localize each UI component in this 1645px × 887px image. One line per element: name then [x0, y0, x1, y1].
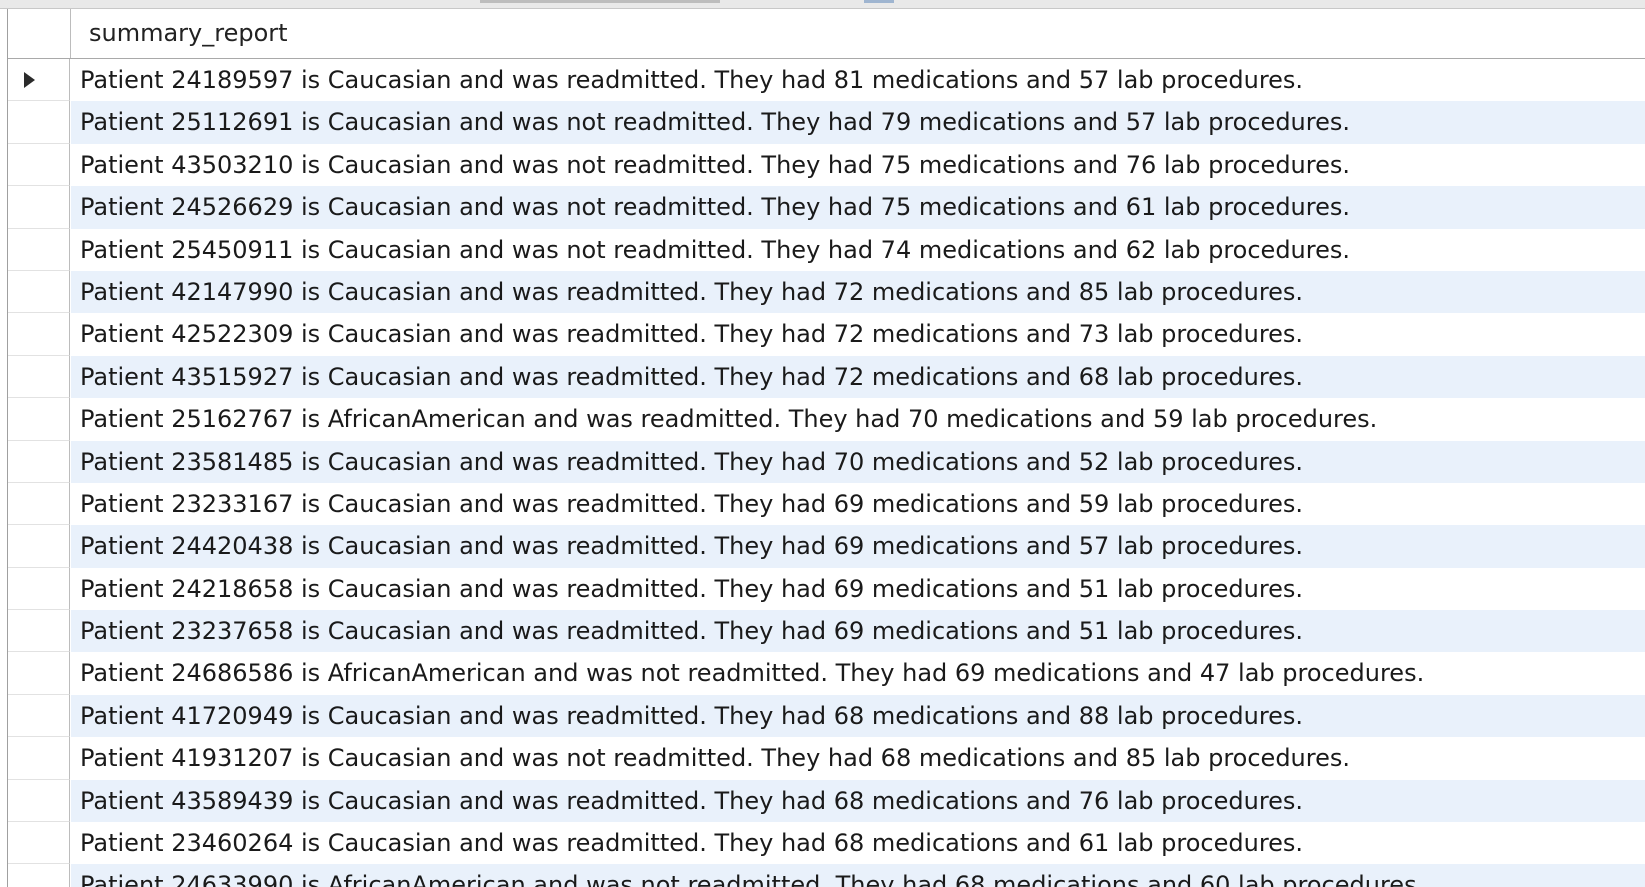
- summary-report-cell[interactable]: Patient 23237658 is Caucasian and was re…: [71, 610, 1645, 653]
- summary-report-cell[interactable]: Patient 25112691 is Caucasian and was no…: [71, 101, 1645, 144]
- summary-report-cell[interactable]: Patient 24189597 is Caucasian and was re…: [71, 59, 1645, 102]
- table-row[interactable]: Patient 41720949 is Caucasian and was re…: [8, 694, 1645, 738]
- summary-report-cell[interactable]: Patient 43589439 is Caucasian and was re…: [71, 779, 1645, 823]
- row-header[interactable]: [8, 355, 70, 399]
- table-row[interactable]: Patient 24420438 is Caucasian and was re…: [8, 525, 1645, 568]
- summary-report-cell[interactable]: Patient 42522309 is Caucasian and was re…: [71, 313, 1645, 356]
- summary-report-cell[interactable]: Patient 24420438 is Caucasian and was re…: [71, 525, 1645, 568]
- summary-report-cell[interactable]: Patient 23460264 is Caucasian and was re…: [71, 822, 1645, 865]
- table-row[interactable]: Patient 24633990 is AfricanAmerican and …: [8, 864, 1645, 887]
- summary-report-cell[interactable]: Patient 24686586 is AfricanAmerican and …: [71, 652, 1645, 695]
- summary-report-cell[interactable]: Patient 24218658 is Caucasian and was re…: [71, 567, 1645, 611]
- summary-report-cell[interactable]: Patient 41931207 is Caucasian and was no…: [71, 737, 1645, 780]
- toolbar-tab-hint: [480, 0, 720, 3]
- row-header[interactable]: [8, 101, 70, 144]
- summary-report-cell[interactable]: Patient 43503210 is Caucasian and was no…: [71, 143, 1645, 187]
- row-header[interactable]: [8, 186, 70, 229]
- toolbar-icon-hint: [864, 0, 894, 3]
- grid-rows: Patient 24189597 is Caucasian and was re…: [8, 59, 1645, 887]
- current-row-arrow-icon: [24, 72, 35, 88]
- table-row[interactable]: Patient 25450911 is Caucasian and was no…: [8, 228, 1645, 271]
- table-row[interactable]: Patient 25162767 is AfricanAmerican and …: [8, 398, 1645, 441]
- table-row[interactable]: Patient 23460264 is Caucasian and was re…: [8, 822, 1645, 865]
- result-grid[interactable]: summary_report Patient 24189597 is Cauca…: [7, 9, 1645, 887]
- summary-report-cell[interactable]: Patient 42147990 is Caucasian and was re…: [71, 270, 1645, 314]
- column-header-summary-report[interactable]: summary_report: [71, 9, 1645, 58]
- table-row[interactable]: Patient 25112691 is Caucasian and was no…: [8, 101, 1645, 144]
- row-header[interactable]: [8, 59, 70, 102]
- summary-report-cell[interactable]: Patient 41720949 is Caucasian and was re…: [71, 694, 1645, 738]
- table-row[interactable]: Patient 24526629 is Caucasian and was no…: [8, 186, 1645, 229]
- summary-report-cell[interactable]: Patient 24633990 is AfricanAmerican and …: [71, 864, 1645, 887]
- summary-report-cell[interactable]: Patient 23233167 is Caucasian and was re…: [71, 482, 1645, 526]
- summary-report-cell[interactable]: Patient 43515927 is Caucasian and was re…: [71, 355, 1645, 399]
- summary-report-cell[interactable]: Patient 24526629 is Caucasian and was no…: [71, 186, 1645, 229]
- table-row[interactable]: Patient 41931207 is Caucasian and was no…: [8, 737, 1645, 780]
- table-row[interactable]: Patient 43515927 is Caucasian and was re…: [8, 355, 1645, 399]
- table-row[interactable]: Patient 23237658 is Caucasian and was re…: [8, 610, 1645, 653]
- row-header[interactable]: [8, 525, 70, 568]
- row-header[interactable]: [8, 228, 70, 271]
- table-row[interactable]: Patient 23581485 is Caucasian and was re…: [8, 440, 1645, 483]
- table-row[interactable]: Patient 42147990 is Caucasian and was re…: [8, 270, 1645, 314]
- row-header[interactable]: [8, 779, 70, 823]
- row-header[interactable]: [8, 737, 70, 780]
- table-row[interactable]: Patient 24189597 is Caucasian and was re…: [8, 59, 1645, 102]
- table-row[interactable]: Patient 42522309 is Caucasian and was re…: [8, 313, 1645, 356]
- row-header[interactable]: [8, 822, 70, 865]
- summary-report-cell[interactable]: Patient 25162767 is AfricanAmerican and …: [71, 398, 1645, 441]
- table-row[interactable]: Patient 23233167 is Caucasian and was re…: [8, 482, 1645, 526]
- grid-header-row: summary_report: [8, 9, 1645, 59]
- row-header[interactable]: [8, 398, 70, 441]
- table-row[interactable]: Patient 43589439 is Caucasian and was re…: [8, 779, 1645, 823]
- row-header[interactable]: [8, 694, 70, 738]
- table-row[interactable]: Patient 24218658 is Caucasian and was re…: [8, 567, 1645, 611]
- row-header[interactable]: [8, 482, 70, 526]
- summary-report-cell[interactable]: Patient 25450911 is Caucasian and was no…: [71, 228, 1645, 271]
- row-header[interactable]: [8, 864, 70, 887]
- row-header[interactable]: [8, 270, 70, 314]
- grid-corner-cell[interactable]: [8, 9, 71, 58]
- row-header[interactable]: [8, 313, 70, 356]
- row-header[interactable]: [8, 610, 70, 653]
- table-row[interactable]: Patient 43503210 is Caucasian and was no…: [8, 143, 1645, 187]
- row-header[interactable]: [8, 567, 70, 611]
- table-row[interactable]: Patient 24686586 is AfricanAmerican and …: [8, 652, 1645, 695]
- row-header[interactable]: [8, 440, 70, 483]
- row-header[interactable]: [8, 652, 70, 695]
- toolbar-edge: [0, 0, 1645, 9]
- row-header[interactable]: [8, 143, 70, 187]
- summary-report-cell[interactable]: Patient 23581485 is Caucasian and was re…: [71, 440, 1645, 483]
